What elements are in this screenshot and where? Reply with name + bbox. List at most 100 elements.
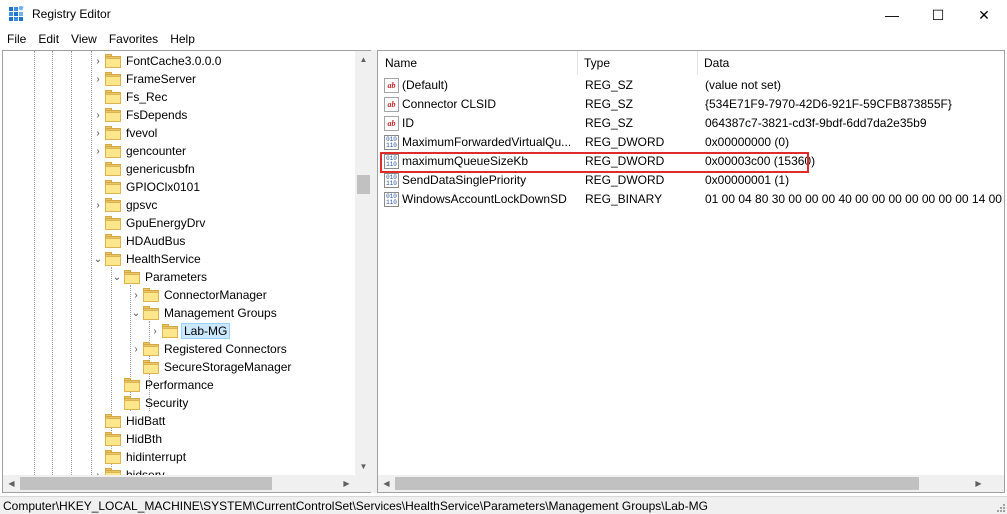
tree-vertical-scroll-thumb[interactable] <box>357 175 370 194</box>
chevron-right-icon[interactable]: › <box>148 322 162 340</box>
close-button[interactable]: ✕ <box>961 0 1007 30</box>
tree-item[interactable]: › FsDepends <box>91 106 189 124</box>
tree-item-label: gpsvc <box>126 198 158 212</box>
maximize-button[interactable]: ☐ <box>915 0 961 30</box>
tree-horizontal-scroll-thumb[interactable] <box>20 477 272 490</box>
minimize-button[interactable]: — <box>869 0 915 30</box>
menu-help[interactable]: Help <box>164 30 201 49</box>
column-header-type[interactable]: Type <box>577 51 697 75</box>
value-type: REG_SZ <box>585 116 634 130</box>
list-header: Name Type Data <box>378 51 1004 75</box>
tree-item[interactable]: genericusbfn <box>91 160 197 178</box>
menu-view[interactable]: View <box>65 30 103 49</box>
menu-file[interactable]: File <box>0 30 32 49</box>
menu-edit[interactable]: Edit <box>32 30 65 49</box>
tree-item[interactable]: › fvevol <box>91 124 159 142</box>
chevron-right-icon[interactable]: › <box>91 196 105 214</box>
tree-item[interactable]: ⌄ HealthService <box>91 250 203 268</box>
registry-value-row[interactable]: ab (Default) REG_SZ (value not set) <box>378 76 1004 95</box>
chevron-down-icon[interactable]: ⌄ <box>110 268 124 286</box>
registry-value-row[interactable]: 010 110 MaximumForwardedVirtualQu... REG_D… <box>378 133 1004 152</box>
chevron-right-icon[interactable]: › <box>91 52 105 70</box>
tree-item[interactable]: Fs_Rec <box>91 88 169 106</box>
registry-value-row[interactable]: 010 110 WindowsAccountLockDownSD REG_BINAR… <box>378 190 1004 209</box>
chevron-down-icon[interactable]: ⌄ <box>91 250 105 268</box>
folder-icon <box>105 108 121 122</box>
scroll-down-icon[interactable]: ▼ <box>355 458 371 475</box>
tree-item[interactable]: › gencounter <box>91 142 188 160</box>
resize-grip-icon[interactable] <box>995 502 1005 512</box>
chevron-right-icon[interactable]: › <box>129 340 143 358</box>
tree-item[interactable]: HidBth <box>91 430 164 448</box>
chevron-down-icon[interactable]: ⌄ <box>129 304 143 322</box>
value-name: SendDataSinglePriority <box>402 173 527 187</box>
no-expander <box>91 430 105 448</box>
value-name: (Default) <box>402 78 449 92</box>
tree-item[interactable]: Security <box>110 394 190 412</box>
scroll-up-icon[interactable]: ▲ <box>355 51 371 68</box>
tree-item[interactable]: SecureStorageManager <box>129 358 293 376</box>
tree-item[interactable]: ⌄ Management Groups <box>129 304 279 322</box>
folder-icon <box>105 216 121 230</box>
tree-guide-line <box>71 51 72 475</box>
tree-vertical-scrollbar[interactable]: ▲ ▼ <box>355 51 371 475</box>
values-list-pane[interactable]: Name Type Data ab (Default) REG_SZ (value n… <box>377 50 1005 493</box>
scroll-right-icon[interactable]: ▶ <box>338 475 355 492</box>
no-expander <box>91 88 105 106</box>
no-expander <box>91 178 105 196</box>
tree-item[interactable]: HidBatt <box>91 412 167 430</box>
key-tree-pane[interactable]: › FontCache3.0.0.0 › FrameServer Fs_Rec › FsDe… <box>2 50 371 493</box>
menu-favorites[interactable]: Favorites <box>103 30 164 49</box>
scroll-right-icon[interactable]: ▶ <box>970 475 987 492</box>
tree-item-label-selected: Lab-MG <box>181 323 231 339</box>
chevron-right-icon[interactable]: › <box>91 106 105 124</box>
scroll-left-icon[interactable]: ◀ <box>378 475 395 492</box>
tree-guide-line <box>52 51 53 475</box>
menu-bar: File Edit View Favorites Help <box>0 30 1007 49</box>
folder-icon <box>105 90 121 104</box>
no-expander <box>110 394 124 412</box>
minimize-icon: — <box>885 7 899 23</box>
scroll-left-icon[interactable]: ◀ <box>3 475 20 492</box>
tree-item[interactable]: › gpsvc <box>91 196 159 214</box>
no-expander <box>91 160 105 178</box>
tree-item[interactable]: › FrameServer <box>91 70 198 88</box>
folder-icon <box>143 288 159 302</box>
highlight-annotation-box <box>380 152 809 173</box>
tree-item[interactable]: › ConnectorManager <box>129 286 269 304</box>
list-horizontal-scrollbar[interactable]: ◀ ▶ <box>378 475 987 492</box>
folder-icon <box>124 270 140 284</box>
column-header-data[interactable]: Data <box>697 51 997 75</box>
tree-item[interactable]: GPIOClx0101 <box>91 178 202 196</box>
tree-item[interactable]: Performance <box>110 376 216 394</box>
value-data: 0x00000001 (1) <box>705 173 790 187</box>
registry-value-row[interactable]: 010 110 SendDataSinglePriority REG_DWORD 0x… <box>378 171 1004 190</box>
tree-item[interactable]: HDAudBus <box>91 232 187 250</box>
tree-item[interactable]: GpuEnergyDrv <box>91 214 207 232</box>
value-data: 01 00 04 80 30 00 00 00 40 00 00 00 00 0… <box>705 192 1004 206</box>
tree-item-label: HidBatt <box>126 414 166 428</box>
string-value-icon: ab <box>384 78 399 93</box>
registry-value-row[interactable]: ab ID REG_SZ 064387c7-3821-cd3f-9bdf-6dd7da… <box>378 114 1004 133</box>
scrollbar-corner <box>355 475 371 492</box>
tree-item-label: FsDepends <box>126 108 188 122</box>
chevron-right-icon[interactable]: › <box>91 70 105 88</box>
registry-value-row[interactable]: ab Connector CLSID REG_SZ {534E71F9-7970-42… <box>378 95 1004 114</box>
tree-horizontal-scrollbar[interactable]: ◀ ▶ <box>3 475 355 492</box>
tree-item[interactable]: › Lab-MG <box>148 322 231 340</box>
tree-item[interactable]: hidinterrupt <box>91 448 188 466</box>
chevron-right-icon[interactable]: › <box>129 286 143 304</box>
folder-icon <box>105 450 121 464</box>
tree-item[interactable]: › Registered Connectors <box>129 340 289 358</box>
folder-icon <box>162 324 178 338</box>
tree-item-label: SecureStorageManager <box>164 360 292 374</box>
tree-item[interactable]: ⌄ Parameters <box>110 268 209 286</box>
folder-icon <box>105 252 121 266</box>
chevron-right-icon[interactable]: › <box>91 124 105 142</box>
tree-item[interactable]: › FontCache3.0.0.0 <box>91 52 223 70</box>
value-data: {534E71F9-7970-42D6-921F-59CFB873855F} <box>705 97 952 111</box>
chevron-right-icon[interactable]: › <box>91 142 105 160</box>
list-horizontal-scroll-thumb[interactable] <box>395 477 919 490</box>
column-header-name[interactable]: Name <box>378 51 577 75</box>
folder-icon <box>105 198 121 212</box>
